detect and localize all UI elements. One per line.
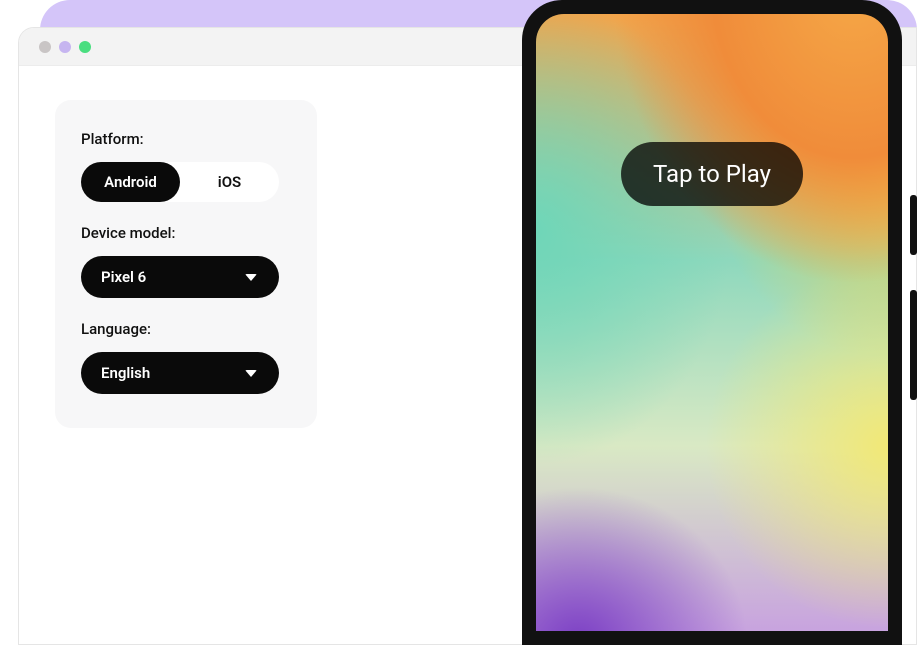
config-panel: Platform: Android iOS Device model: Pixe… [55, 100, 317, 428]
platform-option-ios[interactable]: iOS [180, 162, 279, 202]
platform-option-android[interactable]: Android [81, 162, 180, 202]
device-selected-value: Pixel 6 [101, 268, 146, 286]
phone-frame: Tap to Play [522, 0, 902, 645]
tap-to-play-button[interactable]: Tap to Play [621, 142, 803, 206]
phone-screen[interactable]: Tap to Play [536, 14, 888, 631]
phone-volume-button [910, 290, 917, 400]
device-label: Device model: [81, 224, 291, 242]
language-label: Language: [81, 320, 291, 338]
window-close-dot[interactable] [39, 41, 51, 53]
window-minimize-dot[interactable] [59, 41, 71, 53]
language-selected-value: English [101, 364, 150, 382]
platform-segmented: Android iOS [81, 162, 279, 202]
chevron-down-icon [245, 370, 257, 377]
platform-label: Platform: [81, 130, 291, 148]
device-preview: Tap to Play [522, 0, 917, 645]
language-dropdown[interactable]: English [81, 352, 279, 394]
window-maximize-dot[interactable] [79, 41, 91, 53]
phone-power-button [910, 195, 917, 255]
chevron-down-icon [245, 274, 257, 281]
device-dropdown[interactable]: Pixel 6 [81, 256, 279, 298]
